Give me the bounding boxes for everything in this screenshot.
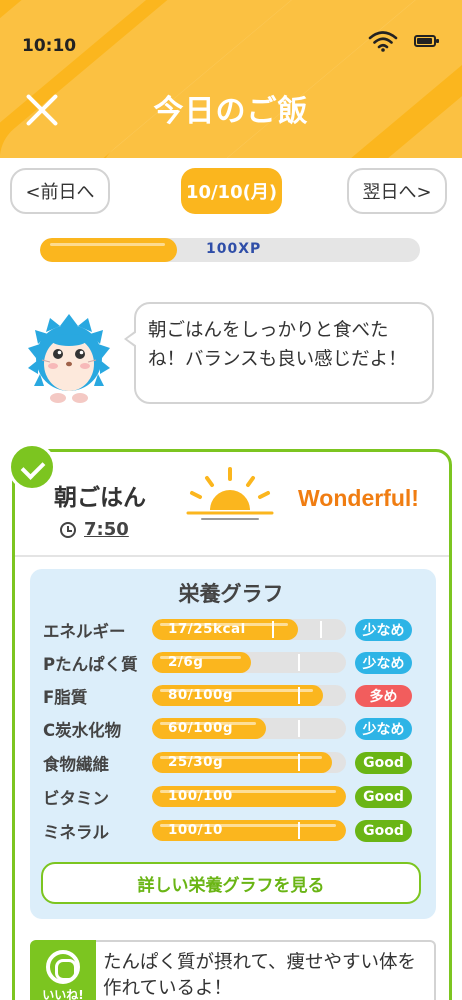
sunrise-icon (186, 467, 274, 520)
nutrient-status-badge: Good (355, 820, 412, 842)
nutrient-label: 食物繊維 (43, 755, 109, 774)
nutrient-label: ビタミン (43, 789, 109, 808)
nutrient-target-tick (298, 720, 300, 737)
wifi-icon (368, 31, 398, 52)
xp-label: 100XP (206, 241, 262, 257)
meal-rating: Wonderful! (298, 485, 419, 511)
hedgehog-mascot (28, 314, 110, 403)
nutrient-bar: 17/25kcal (152, 619, 346, 640)
nutrient-label: Pたんぱく質 (43, 655, 138, 674)
nutrient-bar: 60/100g (152, 718, 346, 739)
check-icon (8, 443, 56, 491)
app-header: 10:10 今日のご飯 (0, 0, 462, 158)
nutrient-status-badge: 少なめ (355, 619, 412, 641)
nutrient-bar: 2/6g (152, 652, 346, 673)
nutrient-value: 100/10 (168, 822, 223, 838)
clock-icon (60, 522, 76, 538)
nutrient-value: 25/30g (168, 754, 224, 770)
battery-icon (414, 35, 439, 47)
nutrient-target-tick (272, 621, 274, 638)
nutrient-value: 2/6g (168, 654, 204, 670)
nutrient-target-tick (298, 754, 300, 771)
feedback-text: たんぱく質が摂れて、痩せやすい体を作れているよ！ (96, 940, 436, 1000)
nutrient-value: 100/100 (168, 788, 233, 804)
meal-time[interactable]: 7:50 (84, 519, 129, 540)
divider (15, 555, 449, 557)
nutrient-status-badge: 多め (355, 685, 412, 707)
nutrient-status-badge: Good (355, 786, 412, 808)
nutrient-status-badge: Good (355, 752, 412, 774)
nutrient-target-tick (298, 822, 300, 839)
good-tag-label: いいね! (42, 988, 84, 1000)
nutrient-target-tick (298, 687, 300, 704)
nutrient-label: C炭水化物 (43, 721, 122, 740)
nutrient-status-badge: 少なめ (355, 718, 412, 740)
nutrient-label: ミネラル (43, 823, 109, 842)
nutrient-label: F脂質 (43, 688, 88, 707)
nutrient-bar: 100/100 (152, 786, 346, 807)
detail-nutrition-button[interactable]: 詳しい栄養グラフを見る (41, 862, 421, 904)
current-date[interactable]: 10/10(月) (181, 168, 282, 214)
nutrient-bar: 80/100g (152, 685, 346, 706)
next-day-button[interactable]: 翌日へ> (347, 168, 447, 214)
nutrient-label: エネルギー (43, 622, 126, 641)
xp-progress-fill (40, 238, 177, 262)
prev-day-button[interactable]: <前日へ (10, 168, 110, 214)
good-circle-icon (46, 950, 80, 984)
nutrient-bar: 25/30g (152, 752, 346, 773)
nutrient-target-tick (320, 621, 322, 638)
mascot-speech-bubble: 朝ごはんをしっかりと食べたね！バランスも良い感じだよ！ (124, 302, 434, 404)
status-time: 10:10 (22, 36, 77, 56)
page-title: 今日のご飯 (153, 94, 309, 129)
nutrient-value: 60/100g (168, 720, 234, 736)
meal-name: 朝ごはん (54, 485, 146, 511)
nutrient-bar: 100/10 (152, 820, 346, 841)
nutrient-target-tick (298, 654, 300, 671)
nutrient-value: 17/25kcal (168, 621, 246, 637)
nutrient-value: 80/100g (168, 687, 234, 703)
nutrient-status-badge: 少なめ (355, 652, 412, 674)
nutrition-title: 栄養グラフ (178, 582, 284, 606)
